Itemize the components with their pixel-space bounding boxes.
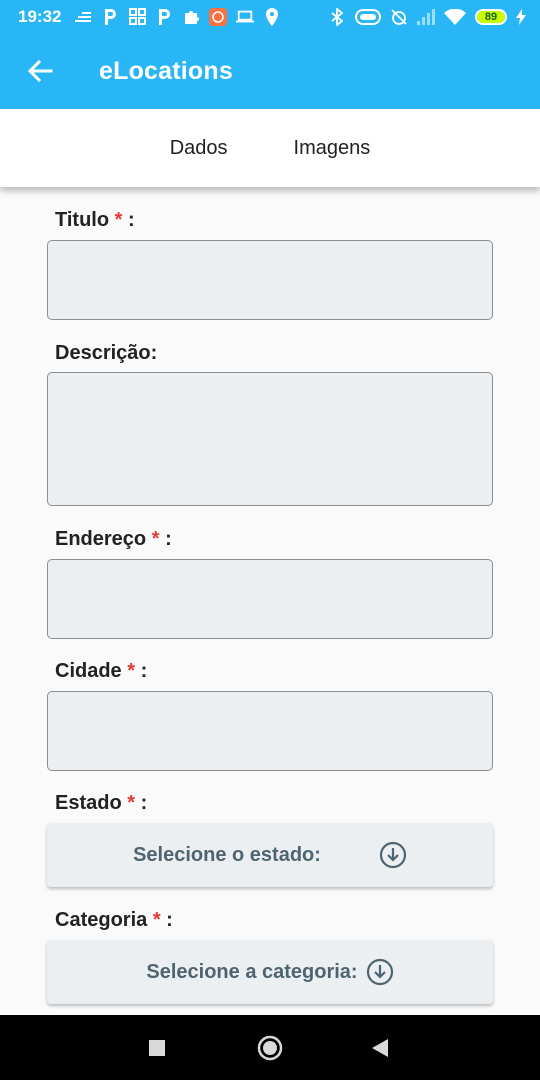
endereco-input[interactable]: [47, 559, 493, 639]
location-pin-icon: [263, 7, 281, 26]
circle-arrow-down-icon: [366, 958, 394, 986]
estado-placeholder: Selecione o estado:: [133, 843, 321, 866]
charging-icon: [516, 8, 526, 26]
titulo-label: Titulo * :: [55, 209, 135, 232]
location-form: Titulo * : Descrição: Endereço * : Cidad…: [0, 187, 540, 1015]
descricao-textarea[interactable]: [47, 372, 493, 506]
battery-level: 89: [484, 10, 498, 23]
categoria-label: Categoria * :: [55, 909, 173, 932]
tab-bar: Dados Imagens: [0, 109, 540, 187]
label-separator: :: [140, 792, 148, 814]
required-marker: *: [152, 909, 161, 931]
label-separator: :: [165, 528, 172, 550]
recents-button[interactable]: [148, 1039, 166, 1057]
status-right-group: 89: [328, 7, 526, 26]
descricao-label: Descrição:: [55, 342, 158, 364]
categoria-label-text: Categoria: [55, 909, 148, 931]
estado-label: Estado * :: [55, 792, 147, 815]
laptop-icon: [236, 8, 255, 26]
label-separator: :: [127, 209, 135, 231]
endereco-label-text: Endereço: [55, 528, 147, 550]
estado-label-text: Estado: [55, 792, 122, 814]
parking-p-icon: [155, 8, 173, 26]
label-separator: :: [166, 909, 173, 931]
circle-arrow-down-icon: [379, 841, 407, 869]
required-marker: *: [114, 209, 123, 231]
endereco-label: Endereço * :: [55, 528, 172, 551]
required-marker: *: [127, 792, 136, 814]
wifi-icon: [444, 8, 466, 26]
system-nav-bar: [0, 1015, 540, 1080]
arrow-left-icon: [27, 59, 53, 83]
triangle-back-icon: [372, 1039, 388, 1057]
battery-icon: 89: [475, 8, 507, 25]
back-nav-button[interactable]: [370, 1037, 390, 1059]
toggle-icon: [355, 8, 381, 26]
titulo-label-text: Titulo: [55, 209, 110, 231]
back-button[interactable]: [21, 52, 59, 90]
categoria-dropdown[interactable]: Selecione a categoria:: [47, 940, 493, 1004]
tab-imagens[interactable]: Imagens: [261, 127, 404, 170]
data-traffic-icon: [74, 8, 92, 26]
cidade-label-text: Cidade: [55, 660, 122, 682]
cidade-label: Cidade * :: [55, 660, 147, 683]
status-left-group: 19:32: [18, 7, 281, 27]
categoria-placeholder: Selecione a categoria:: [146, 960, 358, 983]
app-badge-icon: [209, 7, 228, 26]
app-title: eLocations: [99, 56, 233, 85]
app-bar: eLocations: [0, 33, 540, 109]
home-button[interactable]: [257, 1035, 283, 1061]
tab-dados[interactable]: Dados: [137, 127, 261, 170]
square-recents-icon: [149, 1040, 165, 1056]
titulo-input[interactable]: [47, 240, 493, 320]
bluetooth-icon: [328, 7, 346, 26]
required-marker: *: [127, 660, 136, 682]
status-time: 19:32: [18, 6, 62, 26]
estado-dropdown[interactable]: Selecione o estado:: [47, 823, 493, 887]
status-bar: 19:32 89: [0, 0, 540, 33]
circle-home-icon: [257, 1035, 283, 1061]
signal-icon: [417, 8, 435, 26]
qr-grid-icon: [128, 8, 146, 26]
alarm-off-icon: [390, 8, 408, 26]
required-marker: *: [151, 528, 160, 550]
parking-p-icon: [101, 8, 119, 26]
puzzle-icon: [182, 8, 200, 26]
cidade-input[interactable]: [47, 691, 493, 771]
label-separator: :: [140, 660, 148, 682]
